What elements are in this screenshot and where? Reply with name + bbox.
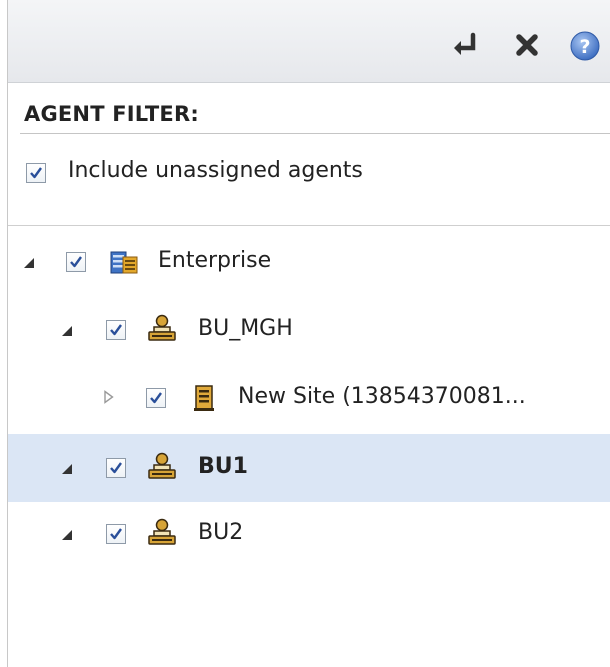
section-divider (8, 225, 610, 226)
tree-node-new-site[interactable]: New Site (13854370081... (8, 366, 610, 430)
tree-node-label: New Site (13854370081... (238, 384, 526, 409)
help-icon[interactable]: ? (565, 26, 605, 66)
business-unit-icon (148, 518, 176, 545)
expanded-arrow-icon[interactable] (22, 256, 36, 270)
tree-node-bu-mgh[interactable]: BU_MGH (8, 298, 610, 362)
tree-node-label: Enterprise (158, 248, 272, 273)
site-icon (194, 385, 214, 411)
tree-node-enterprise[interactable]: Enterprise (8, 230, 610, 294)
expanded-arrow-icon[interactable] (60, 462, 74, 476)
business-unit-icon (148, 314, 176, 341)
tree-node-checkbox[interactable] (66, 252, 86, 272)
tree-node-checkbox[interactable] (146, 388, 166, 408)
expanded-arrow-icon[interactable] (60, 528, 74, 542)
tree-node-label: BU2 (198, 520, 244, 545)
tree-node-checkbox[interactable] (106, 320, 126, 340)
title-divider (20, 133, 610, 134)
enter-icon[interactable] (445, 26, 485, 66)
close-icon[interactable] (508, 26, 548, 66)
tree-node-bu2[interactable]: BU2 (8, 502, 610, 566)
agent-filter-panel: ? AGENT FILTER: Include unassigned agent… (7, 0, 610, 667)
tree-node-label: BU_MGH (198, 316, 293, 341)
collapsed-arrow-icon[interactable] (102, 390, 116, 404)
tree-node-checkbox[interactable] (106, 524, 126, 544)
expanded-arrow-icon[interactable] (60, 324, 74, 338)
tree-node-bu1[interactable]: BU1 (8, 434, 610, 502)
svg-text:?: ? (579, 36, 590, 58)
toolbar: ? (8, 0, 610, 83)
business-unit-icon (148, 452, 176, 479)
tree-node-label: BU1 (198, 454, 248, 479)
enterprise-icon (110, 251, 138, 274)
agent-filter-title: AGENT FILTER: (24, 102, 199, 126)
tree-node-checkbox[interactable] (106, 458, 126, 478)
include-unassigned-label: Include unassigned agents (68, 158, 363, 183)
include-unassigned-checkbox[interactable] (26, 163, 46, 183)
